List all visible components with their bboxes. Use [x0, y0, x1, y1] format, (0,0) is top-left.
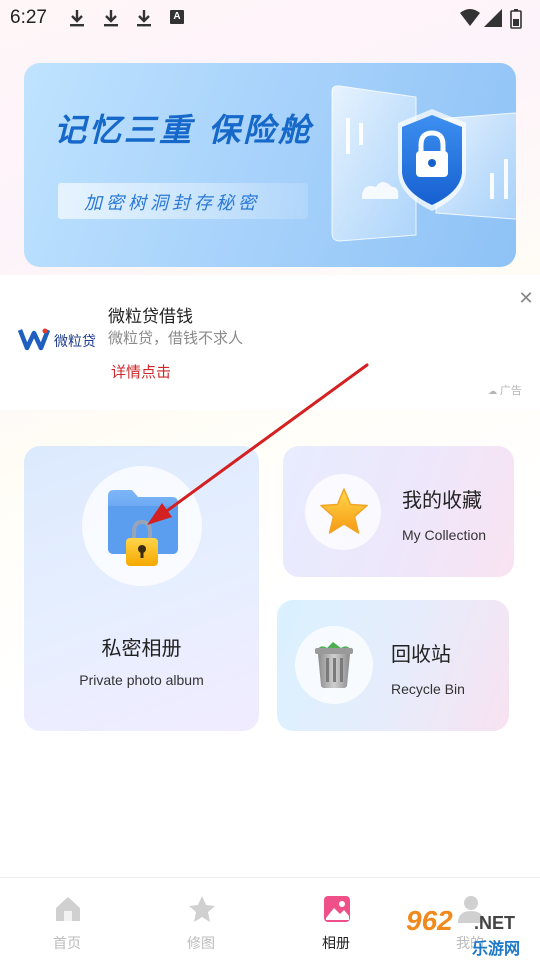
- banner-title: 记忆三重 保险舱: [54, 111, 314, 149]
- ad-block[interactable]: 微粒贷 微粒贷借钱 微粒贷，借钱不求人 详情点击 ✕ ☁ 广告: [0, 275, 540, 410]
- my-collection-card[interactable]: 我的收藏 My Collection: [283, 446, 514, 577]
- wifi-icon: [460, 9, 480, 26]
- ad-title[interactable]: 微粒贷借钱: [108, 302, 193, 327]
- watermark-domain: .NET: [474, 913, 516, 933]
- private-album-title: 私密相册: [101, 636, 182, 660]
- ad-close-button[interactable]: ✕: [516, 289, 536, 309]
- my-collection-subtitle: My Collection: [402, 527, 487, 543]
- private-album-card[interactable]: 私密相册 Private photo album: [24, 446, 259, 731]
- shield-lock-illustration: [331, 85, 516, 242]
- ad-logo-text: 微粒贷: [54, 334, 96, 350]
- site-watermark: 962 .NET 乐游网: [400, 905, 535, 958]
- album-icon: [324, 896, 350, 922]
- cloud-icon: ☁: [488, 387, 500, 397]
- star-icon: [320, 488, 368, 534]
- nav-item-home[interactable]: 首页: [17, 878, 117, 961]
- clock: 6:27: [10, 7, 47, 28]
- download-icon: [137, 10, 151, 27]
- notification-a-icon: A: [170, 10, 184, 24]
- recycle-bin-card[interactable]: 回收站 Recycle Bin: [277, 600, 509, 731]
- nav-item-album[interactable]: 相册: [286, 878, 386, 961]
- download-icon: [70, 10, 84, 27]
- nav-label-edit: 修图: [187, 936, 215, 952]
- signal-icon: [484, 9, 502, 27]
- private-album-subtitle: Private photo album: [79, 672, 204, 688]
- recycle-bin-subtitle: Recycle Bin: [391, 681, 465, 697]
- battery-icon: [510, 9, 522, 29]
- watermark-number: 962: [406, 905, 453, 936]
- ad-tag: ☁ 广告: [488, 382, 522, 398]
- trash-bin-icon: [315, 642, 353, 688]
- promo-banner[interactable]: 记忆三重 保险舱 加密树洞封存秘密: [24, 63, 516, 267]
- download-icon: [104, 10, 118, 27]
- nav-label-album: 相册: [322, 936, 350, 952]
- ad-tag-label: 广告: [499, 384, 522, 397]
- system-status-icons: [460, 9, 522, 29]
- banner-subtitle: 加密树洞封存秘密: [84, 193, 260, 214]
- locked-folder-icon: [108, 490, 178, 566]
- my-collection-title: 我的收藏: [402, 488, 482, 512]
- ad-details-link[interactable]: 详情点击: [111, 361, 171, 382]
- star-edit-icon: [189, 896, 215, 922]
- nav-item-edit[interactable]: 修图: [151, 878, 251, 961]
- nav-label-home: 首页: [53, 936, 81, 952]
- status-bar: 6:27 A: [0, 0, 540, 36]
- recycle-bin-title: 回收站: [391, 642, 451, 666]
- home-icon: [56, 897, 80, 921]
- watermark-site: 乐游网: [472, 939, 521, 958]
- ad-description: 微粒贷，借钱不求人: [108, 329, 244, 347]
- weilidai-logo-icon: [18, 328, 50, 351]
